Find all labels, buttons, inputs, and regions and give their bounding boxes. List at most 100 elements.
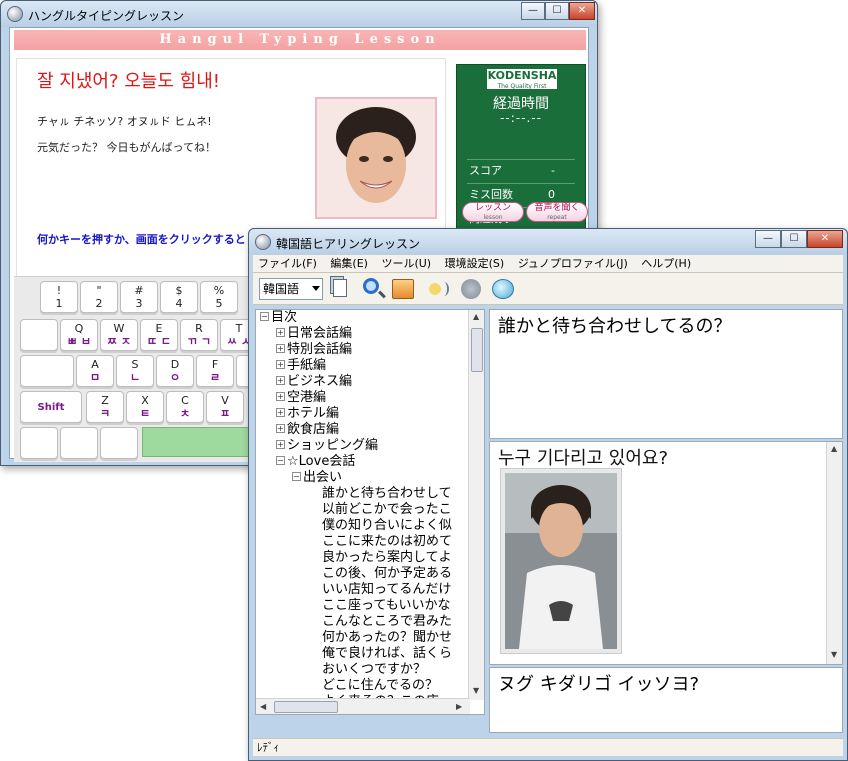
key-c[interactable]: Cㅊ <box>166 391 204 423</box>
key-a[interactable]: Aㅁ <box>76 355 114 387</box>
tree-category[interactable]: + 手紙編 <box>276 358 326 374</box>
tree-phrase[interactable]: おいくつですか？ <box>322 662 426 678</box>
tree-phrase[interactable]: 良かったら案内してよ <box>322 550 452 566</box>
tree-category[interactable]: − ☆Love会話 <box>276 454 355 470</box>
tree-phrase[interactable]: 何かあったの？聞かせ <box>322 630 452 646</box>
collapse-icon[interactable]: − <box>292 472 301 481</box>
expand-icon[interactable]: + <box>276 392 285 401</box>
tree-category[interactable]: + ホテル編 <box>276 406 339 422</box>
key-4[interactable]: $4 <box>160 281 198 313</box>
expand-icon[interactable]: + <box>276 376 285 385</box>
tree-category[interactable]: + 特別会話編 <box>276 342 352 358</box>
scroll-right-icon[interactable]: ▶ <box>456 702 462 711</box>
maximize-button[interactable]: ☐ <box>545 2 569 20</box>
tree-phrase[interactable]: 俺で良ければ、話くら <box>322 646 452 662</box>
menu-tools[interactable]: ツール(U) <box>376 255 436 273</box>
menu-help[interactable]: ヘルプ(H) <box>636 255 696 273</box>
tree-phrase[interactable]: こんなところで君みた <box>322 614 452 630</box>
exit-button[interactable] <box>389 276 417 302</box>
collapse-icon[interactable]: − <box>260 312 269 321</box>
tree-category[interactable]: + 空港編 <box>276 390 326 406</box>
key-2[interactable]: " 2 <box>80 281 118 313</box>
language-select[interactable]: 韓国語 <box>259 278 323 300</box>
key-f[interactable]: Fㄹ <box>196 355 234 387</box>
record-button[interactable] <box>489 276 517 302</box>
copy-button[interactable] <box>327 276 355 302</box>
korean-pane-scrollbar[interactable]: ▲ ▼ <box>826 442 842 664</box>
key-5[interactable]: % 5 <box>200 281 238 313</box>
menu-edit[interactable]: 編集(E) <box>325 255 373 273</box>
tree-phrase[interactable]: ここ座ってもいいかな <box>322 598 450 614</box>
tree-root[interactable]: − 目次 <box>260 310 297 326</box>
key-z[interactable]: Zㅋ <box>86 391 124 423</box>
key-e[interactable]: Eㄸ ㄷ <box>140 319 178 351</box>
tree-phrase[interactable]: どこに住んでるの？ <box>322 678 438 694</box>
lesson-button-label: レッスン <box>474 203 511 213</box>
tree-phrase[interactable]: 誰かと待ち合わせして <box>322 486 452 502</box>
key-s[interactable]: Sㄴ <box>116 355 154 387</box>
expand-icon[interactable]: + <box>276 408 285 417</box>
language-select-value: 韓国語 <box>263 282 300 296</box>
tree-phrase[interactable]: この後、何か予定ある <box>322 566 452 582</box>
key-alt[interactable] <box>100 427 138 459</box>
scroll-up-icon[interactable]: ▲ <box>831 444 837 453</box>
expand-icon[interactable]: + <box>276 344 285 353</box>
tree-phrase[interactable]: 僕の知り合いによく似 <box>322 518 452 534</box>
key-q[interactable]: Qㅃ ㅂ <box>60 319 98 351</box>
expand-icon[interactable]: + <box>276 328 285 337</box>
key-3[interactable]: #3 <box>120 281 158 313</box>
menu-junoprofile[interactable]: ジュノプロファイル(J) <box>513 255 633 273</box>
search-button[interactable] <box>359 276 387 302</box>
menu-settings[interactable]: 環境設定(S) <box>440 255 510 273</box>
contents-tree[interactable]: − 目次 + 日常会話編 + 特別会話編 + 手紙編 + ビジネス編 + 空港編 + ホテル編… <box>255 309 485 715</box>
key-x[interactable]: Xㅌ <box>126 391 164 423</box>
typing-title-bar[interactable]: ハングルタイピングレッスン — ☐ ✕ <box>1 1 597 27</box>
app-icon <box>255 234 271 250</box>
tree-category[interactable]: + 日常会話編 <box>276 326 352 342</box>
play-audio-button[interactable] <box>425 276 453 302</box>
key-bottom: 1 <box>55 297 63 310</box>
tree-category[interactable]: + 飲食店編 <box>276 422 339 438</box>
key-latin: A <box>91 358 99 371</box>
tree-category[interactable]: + ショッピング編 <box>276 438 378 454</box>
tree-vertical-scrollbar[interactable]: ▲ ▼ <box>468 310 484 700</box>
scroll-thumb[interactable] <box>471 328 483 372</box>
key-win[interactable] <box>60 427 98 459</box>
scroll-up-icon[interactable]: ▲ <box>473 312 479 321</box>
tree-horizontal-scrollbar[interactable]: ◀ ▶ <box>256 698 470 714</box>
tree-category[interactable]: + ビジネス編 <box>276 374 352 390</box>
key-1[interactable]: ! 1 <box>40 281 78 313</box>
key-shift[interactable]: Shift <box>20 391 82 423</box>
menu-file[interactable]: ファイル(F) <box>253 255 322 273</box>
maximize-button[interactable]: ☐ <box>781 230 807 248</box>
slow-audio-button[interactable] <box>457 276 485 302</box>
repeat-audio-button[interactable]: 音声を聞く repeat <box>526 202 588 222</box>
tree-phrase[interactable]: 以前どこかで会ったこ <box>322 502 452 518</box>
key-tab[interactable] <box>20 319 58 351</box>
scroll-down-icon[interactable]: ▼ <box>473 686 479 695</box>
menu-bar: ファイル(F) 編集(E) ツール(U) 環境設定(S) ジュノプロファイル(J… <box>253 255 843 273</box>
lesson-button[interactable]: レッスン lesson <box>462 202 524 222</box>
tree-phrase[interactable]: いい店知ってるんだけ <box>322 582 451 598</box>
key-ctrl[interactable] <box>20 427 58 459</box>
hearing-title-bar[interactable]: 韓国語ヒアリングレッスン — ☐ ✕ <box>249 229 847 255</box>
key-r[interactable]: Rㄲ ㄱ <box>180 319 218 351</box>
key-caps[interactable] <box>20 355 74 387</box>
key-latin: F <box>211 358 219 371</box>
key-w[interactable]: Wㅉ ㅈ <box>100 319 138 351</box>
expand-icon[interactable]: + <box>276 424 285 433</box>
minimize-button[interactable]: — <box>521 2 545 20</box>
minimize-button[interactable]: — <box>755 230 781 248</box>
collapse-icon[interactable]: − <box>276 456 285 465</box>
close-button[interactable]: ✕ <box>569 2 595 20</box>
expand-icon[interactable]: + <box>276 360 285 369</box>
expand-icon[interactable]: + <box>276 440 285 449</box>
tree-phrase[interactable]: ここに来たのは初めて <box>322 534 452 550</box>
key-v[interactable]: Vㅍ <box>206 391 244 423</box>
close-button[interactable]: ✕ <box>807 230 843 248</box>
scroll-thumb[interactable] <box>274 701 338 713</box>
scroll-down-icon[interactable]: ▼ <box>831 650 837 659</box>
scroll-left-icon[interactable]: ◀ <box>260 702 266 711</box>
tree-subcategory[interactable]: − 出会い <box>292 470 342 486</box>
key-d[interactable]: Dㅇ <box>156 355 194 387</box>
